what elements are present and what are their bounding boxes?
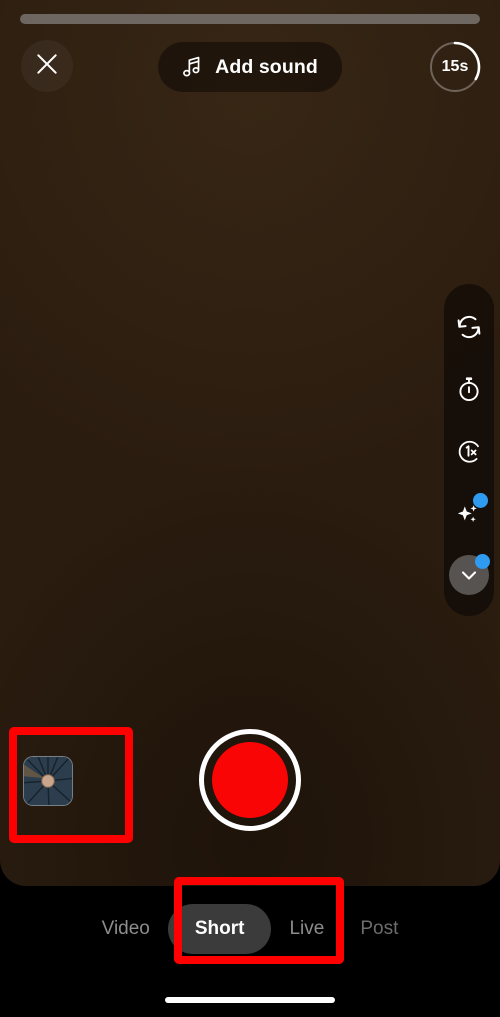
duration-selector-button[interactable]: 15s	[428, 40, 482, 94]
stopwatch-icon	[454, 374, 484, 404]
timer-button[interactable]	[444, 358, 494, 420]
top-bar: Add sound 15s	[0, 40, 500, 98]
flip-camera-icon	[454, 312, 484, 342]
home-indicator	[165, 997, 335, 1003]
more-options-notification-badge	[475, 554, 490, 569]
more-options-button[interactable]	[444, 544, 494, 606]
music-note-icon	[182, 56, 202, 78]
add-sound-label: Add sound	[215, 55, 318, 78]
mode-tab-short[interactable]: Short	[167, 904, 272, 954]
flip-camera-button[interactable]	[444, 296, 494, 358]
close-x-icon	[34, 51, 60, 82]
gallery-thumbnail-image	[24, 757, 72, 805]
mode-selector: Video Short Live Post	[0, 900, 500, 958]
mode-tab-post[interactable]: Post	[342, 904, 416, 954]
gallery-thumbnail[interactable]	[23, 756, 73, 806]
shorts-camera-screen: Add sound 15s Video Short Live Post	[0, 0, 500, 1017]
add-sound-button[interactable]: Add sound	[158, 42, 342, 92]
effects-notification-badge	[473, 493, 488, 508]
recording-progress-bar	[20, 14, 480, 24]
speed-1x-icon	[454, 436, 484, 466]
mode-tab-live[interactable]: Live	[271, 904, 342, 954]
record-button-inner	[212, 742, 288, 818]
mode-tab-video[interactable]: Video	[84, 904, 168, 954]
playback-speed-button[interactable]	[444, 420, 494, 482]
effects-button[interactable]	[444, 482, 494, 544]
close-button[interactable]	[21, 40, 73, 92]
camera-tool-rail	[444, 284, 494, 616]
duration-label: 15s	[441, 58, 469, 75]
record-button[interactable]	[199, 729, 301, 831]
